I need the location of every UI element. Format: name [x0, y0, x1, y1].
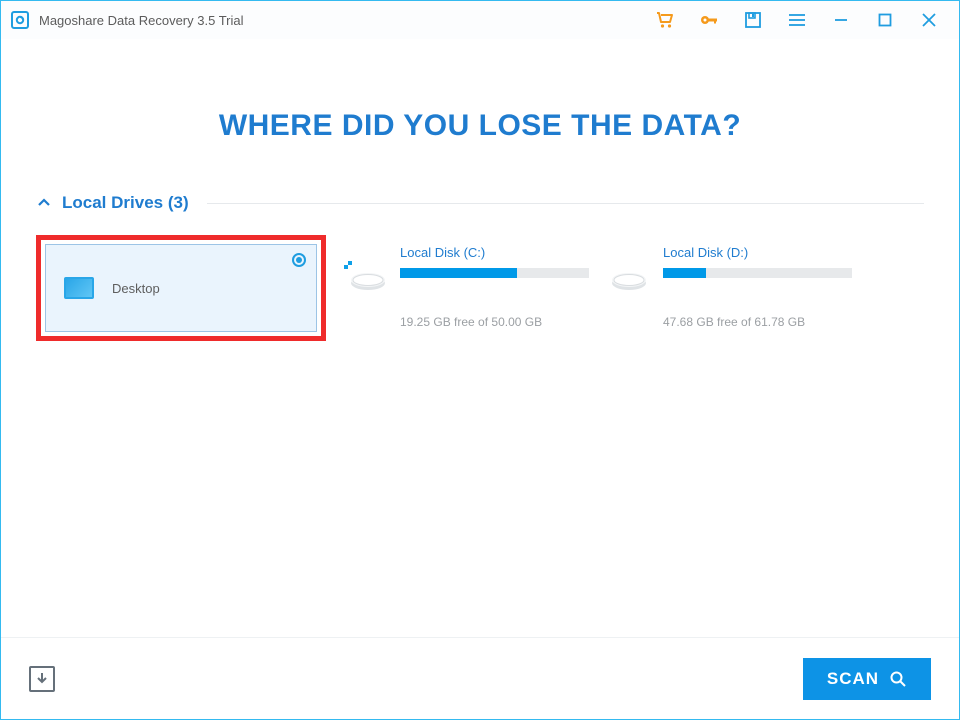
hdd-icon: [344, 259, 386, 295]
drive-desktop-label: Desktop: [112, 281, 160, 296]
section-divider: [207, 203, 924, 204]
drive-desktop-highlight: Desktop: [36, 235, 326, 341]
section-header[interactable]: Local Drives (3): [36, 193, 924, 213]
bottom-bar: SCAN: [1, 637, 959, 719]
section-label: Local Drives (3): [62, 193, 189, 213]
drive-d-free-text: 47.68 GB free of 61.78 GB: [663, 315, 852, 329]
main-area: WHERE DID YOU LOSE THE DATA? Local Drive…: [1, 39, 959, 637]
app-logo-icon: [11, 11, 29, 29]
minimize-button[interactable]: [819, 1, 863, 39]
drive-c-usage-bar: [400, 268, 589, 278]
app-window: Magoshare Data Recovery 3.5 Trial: [0, 0, 960, 720]
drive-c[interactable]: Local Disk (C:) 19.25 GB free of 50.00 G…: [344, 235, 589, 329]
maximize-button[interactable]: [863, 1, 907, 39]
save-button[interactable]: [731, 1, 775, 39]
hdd-icon: [607, 259, 649, 295]
key-button[interactable]: [687, 1, 731, 39]
drives-row: Desktop: [36, 235, 924, 341]
page-headline: WHERE DID YOU LOSE THE DATA?: [36, 109, 924, 143]
drive-d-label: Local Disk (D:): [663, 245, 852, 260]
import-button[interactable]: [29, 666, 55, 692]
desktop-icon: [64, 277, 94, 299]
drive-c-free-text: 19.25 GB free of 50.00 GB: [400, 315, 589, 329]
scan-button[interactable]: SCAN: [803, 658, 931, 700]
app-title: Magoshare Data Recovery 3.5 Trial: [39, 13, 243, 28]
drive-d[interactable]: Local Disk (D:) 47.68 GB free of 61.78 G…: [607, 235, 852, 329]
chevron-up-icon: [36, 195, 52, 211]
close-button[interactable]: [907, 1, 951, 39]
radio-selected-icon: [292, 253, 306, 267]
menu-button[interactable]: [775, 1, 819, 39]
drive-d-usage-bar: [663, 268, 852, 278]
drive-c-label: Local Disk (C:): [400, 245, 589, 260]
cart-button[interactable]: [643, 1, 687, 39]
search-icon: [889, 670, 907, 688]
titlebar: Magoshare Data Recovery 3.5 Trial: [1, 1, 959, 39]
drive-desktop[interactable]: Desktop: [45, 244, 317, 332]
scan-button-label: SCAN: [827, 669, 879, 689]
